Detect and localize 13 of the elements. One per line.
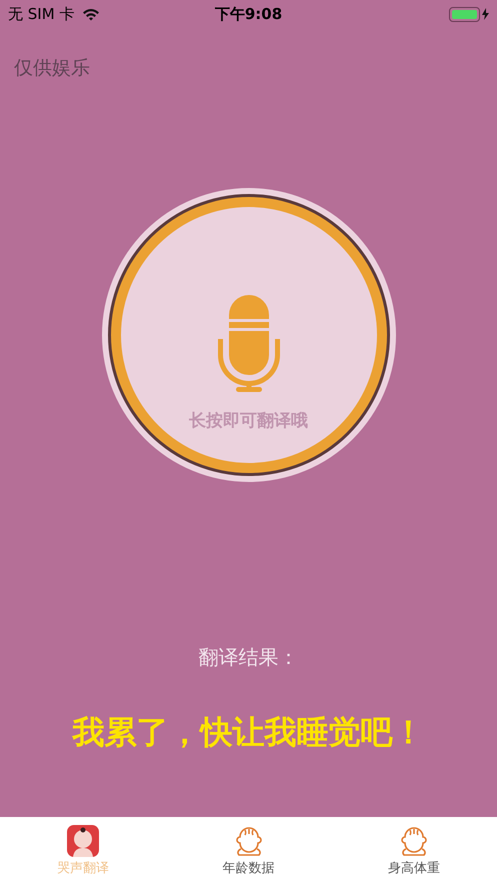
- battery-icon: [449, 6, 480, 22]
- charging-bolt-icon: [482, 8, 489, 20]
- wifi-icon: [82, 8, 100, 20]
- result-label: 翻译结果：: [198, 644, 298, 671]
- tab[interactable]: 身高体重: [331, 817, 497, 883]
- carrier-label: 无 SIM 卡: [8, 4, 74, 25]
- hint-label: 长按即可翻译哦: [189, 410, 308, 433]
- microphone-icon: [218, 293, 280, 393]
- tab[interactable]: 年龄数据: [166, 817, 332, 883]
- clock-time: 下午9:08: [214, 4, 282, 25]
- baby-app-icon: [66, 825, 99, 857]
- page-title: 仅供娱乐: [14, 57, 90, 79]
- result-text: 我累了，快让我睡觉吧！: [72, 712, 424, 753]
